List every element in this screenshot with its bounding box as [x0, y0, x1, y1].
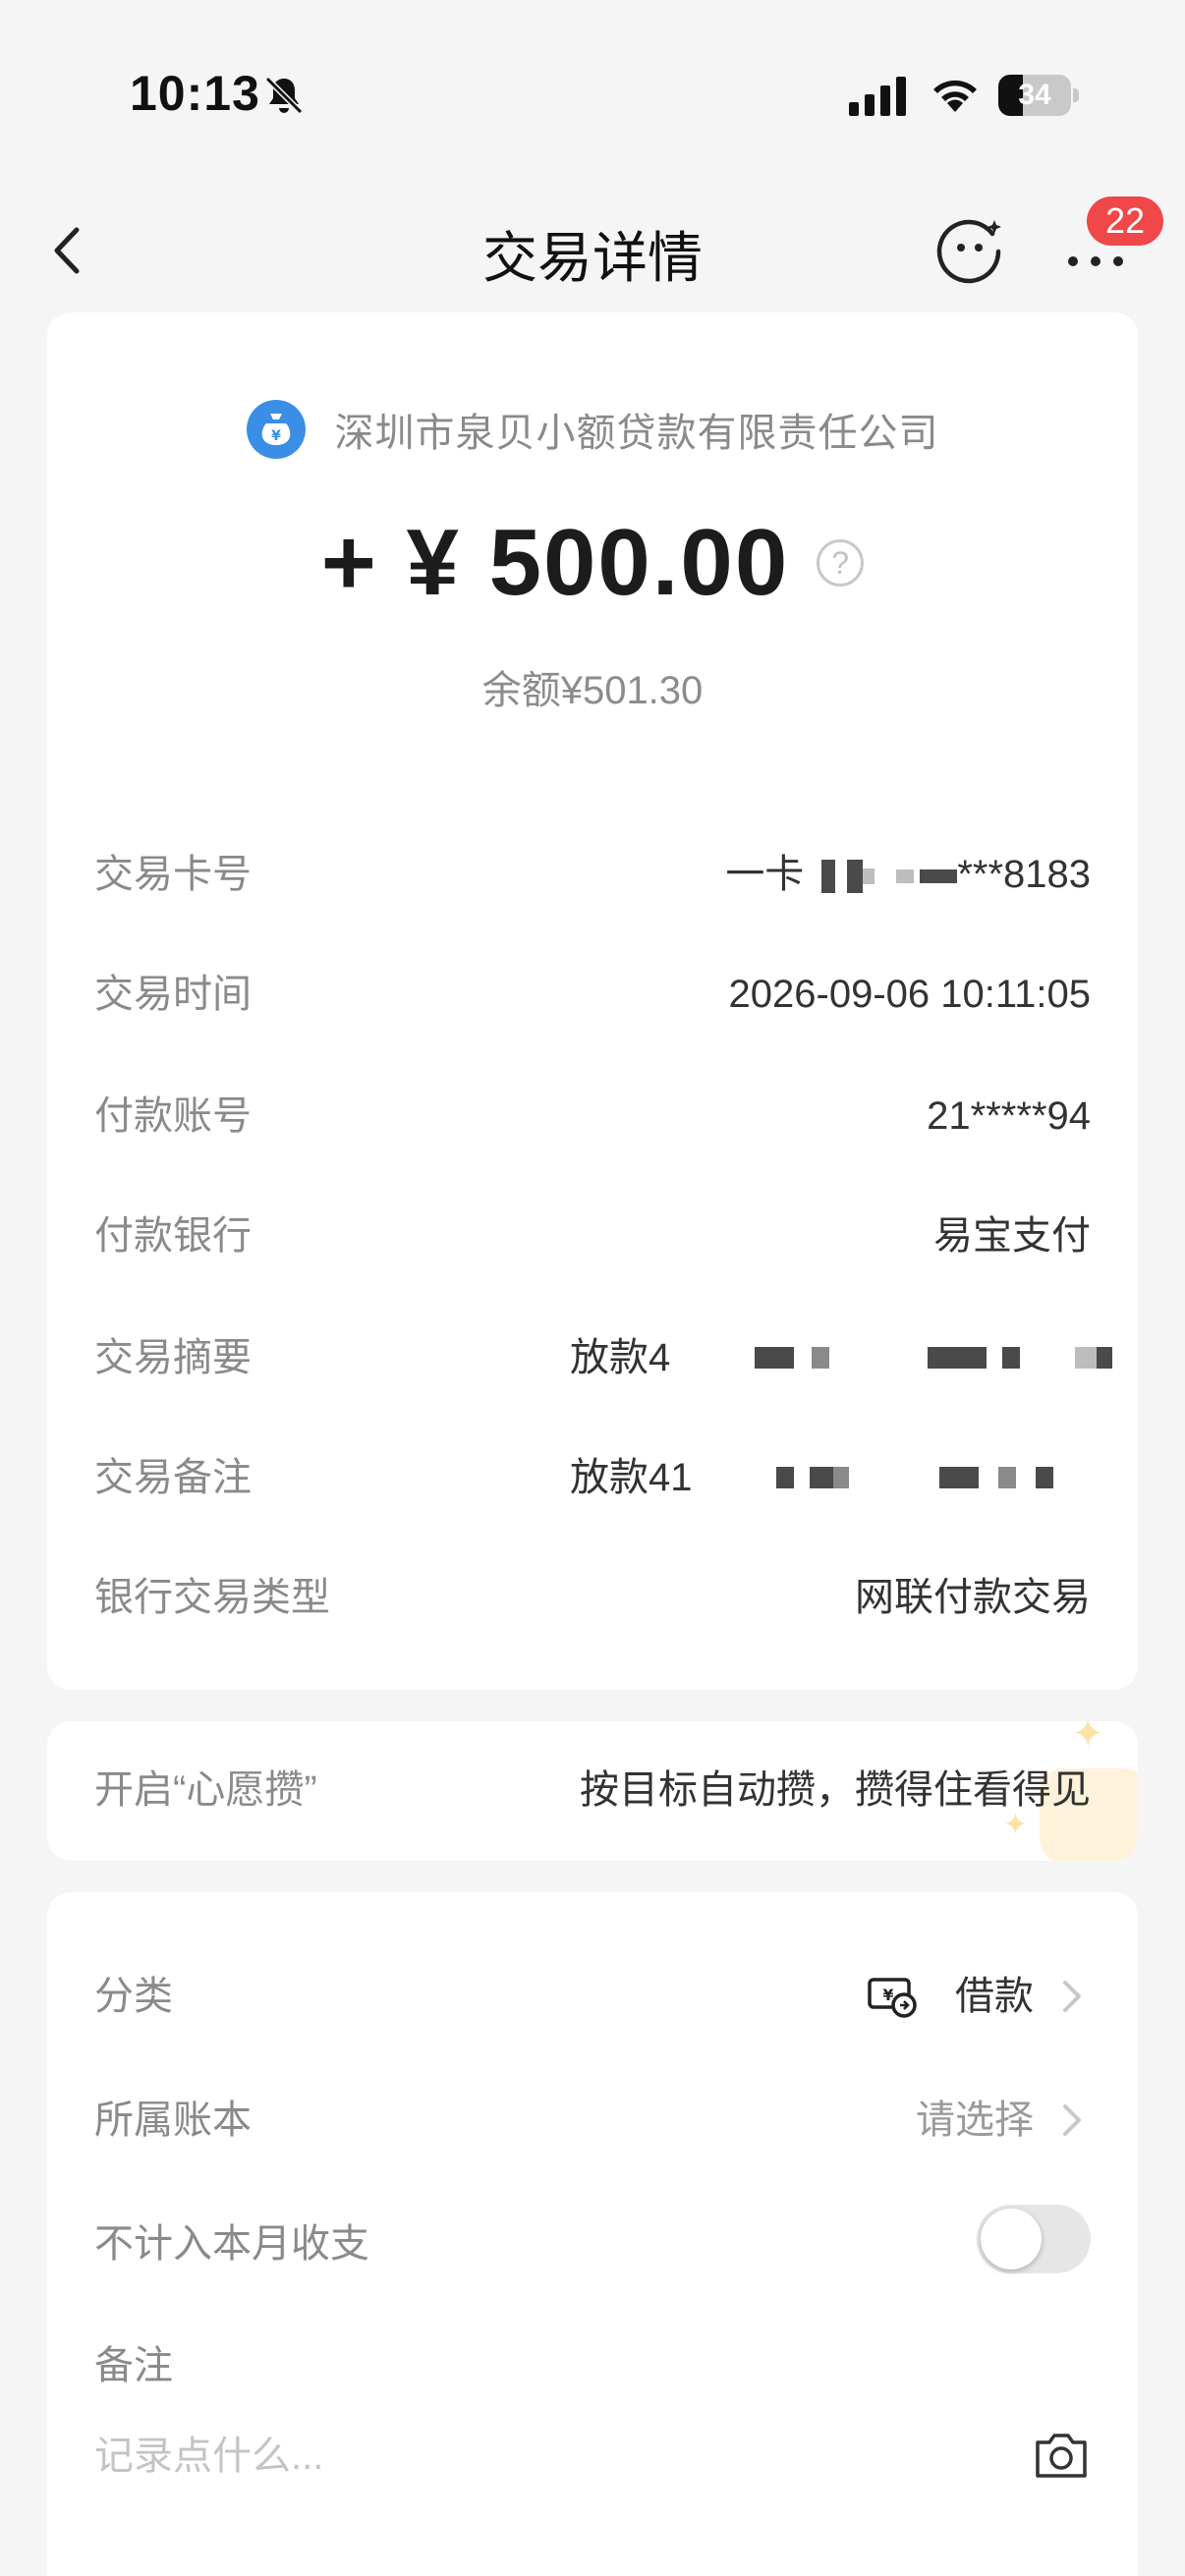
- category-label: 分类: [94, 1975, 173, 2018]
- amount-row: + ¥ 500.00 ?: [47, 509, 1138, 617]
- detail-value: 21*****94: [927, 1094, 1091, 1138]
- notification-badge: 22: [1087, 196, 1163, 246]
- redacted-area: [755, 1328, 1112, 1387]
- page-title: 交易详情: [482, 227, 703, 289]
- memo-label: 备注: [94, 2344, 173, 2387]
- memo-row: 备注: [94, 2336, 1091, 2395]
- exclude-row: 不计入本月收支: [94, 2214, 1091, 2273]
- redacted-block: [920, 869, 958, 884]
- battery-level-text: 34: [1018, 79, 1051, 111]
- detail-row-time: 交易时间 2026-09-06 10:11:05: [94, 965, 1091, 1024]
- detail-label: 交易备注: [94, 1456, 252, 1499]
- detail-value: 网联付款交易: [855, 1576, 1091, 1619]
- detail-row-bank-type: 银行交易类型 网联付款交易: [94, 1568, 1091, 1627]
- memo-input[interactable]: 记录点什么...: [94, 2427, 323, 2486]
- wish-savings-card[interactable]: ✦ ✦ 开启“心愿攒” 按目标自动攒，攒得住看得见: [47, 1721, 1138, 1861]
- chevron-right-icon: [1063, 2104, 1081, 2136]
- redacted-block: [939, 1467, 979, 1488]
- chevron-right-icon: [1063, 1981, 1081, 2012]
- wish-savings-label: 开启“心愿攒”: [94, 1768, 317, 1812]
- redacted-block: [847, 860, 864, 894]
- detail-label: 交易卡号: [94, 853, 252, 896]
- exclude-toggle[interactable]: [977, 2205, 1091, 2273]
- detail-value: 2026-09-06 10:11:05: [728, 973, 1091, 1016]
- balance-text: 余额¥501.30: [481, 669, 704, 712]
- toggle-knob: [981, 2209, 1042, 2269]
- merchant-name: 深圳市泉贝小额贷款有限责任公司: [334, 412, 939, 455]
- detail-row-payer-account: 付款账号 21*****94: [94, 1087, 1091, 1146]
- detail-label: 付款账号: [94, 1094, 252, 1138]
- redacted-block: [755, 1347, 794, 1369]
- help-icon[interactable]: ?: [817, 539, 865, 587]
- redacted-block: [810, 1467, 833, 1488]
- detail-label: 付款银行: [94, 1214, 252, 1258]
- ledger-label: 所属账本: [94, 2099, 252, 2142]
- ledger-placeholder: 请选择: [916, 2099, 1034, 2142]
- detail-label: 交易时间: [94, 973, 252, 1016]
- svg-text:¥: ¥: [271, 428, 281, 444]
- status-bar: 10:13 34: [0, 0, 1185, 147]
- merchant-header: ¥ 深圳市泉贝小额贷款有限责任公司: [47, 399, 1138, 460]
- ledger-row[interactable]: 所属账本 请选择: [94, 2091, 1091, 2150]
- category-row[interactable]: 分类 ¥ 借款: [94, 1967, 1091, 2026]
- detail-label: 银行交易类型: [94, 1576, 330, 1619]
- redacted-block: [1075, 1347, 1097, 1369]
- redacted-block: [928, 1347, 987, 1369]
- sparkle-icon: ✦: [1071, 1721, 1104, 1756]
- detail-row-payer-bank: 付款银行 易宝支付: [94, 1206, 1091, 1265]
- redacted-block: [863, 868, 875, 885]
- transaction-detail-screen: 10:13 34 交易详情 22 ¥ 深圳市泉贝小额贷款有限责任公司 + ¥ 5…: [0, 0, 1185, 2576]
- classification-card: 分类 ¥ 借款 所属账本 请选择 不计入本月收支 备注 记录点什么...: [47, 1892, 1138, 2576]
- card-prefix: 一卡: [725, 853, 805, 896]
- ledger-value[interactable]: 请选择: [916, 2091, 1091, 2150]
- detail-value: 易宝支付: [933, 1214, 1091, 1258]
- detail-row-remark: 交易备注 放款41: [94, 1448, 1091, 1507]
- money-bag-icon: ¥: [246, 400, 306, 459]
- redacted-block: [1002, 1347, 1020, 1369]
- smiley-assistant-icon[interactable]: [933, 214, 1006, 287]
- detail-value: 放款41: [570, 1456, 693, 1499]
- camera-icon[interactable]: [1032, 2429, 1091, 2482]
- status-time: 10:13: [130, 66, 260, 121]
- loan-icon: ¥: [868, 1978, 917, 2018]
- transaction-summary-card: ¥ 深圳市泉贝小额贷款有限责任公司 + ¥ 500.00 ? 余额¥501.30…: [47, 312, 1138, 1690]
- redacted-block: [1097, 1347, 1112, 1369]
- detail-row-card-number: 交易卡号 一卡 ***8183: [94, 845, 1091, 904]
- detail-row-summary: 交易摘要 放款4: [94, 1328, 1112, 1387]
- redacted-block: [896, 869, 915, 884]
- detail-label: 交易摘要: [94, 1336, 252, 1379]
- bell-muted-icon: [264, 76, 304, 115]
- category-value[interactable]: ¥ 借款: [867, 1967, 1091, 2026]
- detail-value: 一卡 ***8183: [725, 845, 1091, 904]
- redacted-block: [833, 1467, 849, 1488]
- category-value-text: 借款: [955, 1975, 1034, 2018]
- transaction-amount: + ¥ 500.00: [320, 510, 790, 615]
- redacted-block: [1036, 1467, 1053, 1488]
- redacted-block: [998, 1467, 1016, 1488]
- exclude-label: 不计入本月收支: [94, 2222, 369, 2266]
- wish-savings-text: 按目标自动攒，攒得住看得见: [580, 1768, 1091, 1812]
- card-suffix: ***8183: [957, 853, 1091, 896]
- redacted-area: [776, 1448, 1053, 1507]
- wifi-icon: [933, 80, 977, 112]
- redacted-block: [776, 1467, 794, 1488]
- detail-value: 放款4: [570, 1336, 671, 1379]
- redacted-block: [821, 860, 836, 894]
- cellular-signal-icon: [849, 77, 906, 116]
- redacted-block: [812, 1347, 829, 1369]
- navigation-bar: 交易详情: [0, 187, 1185, 314]
- battery-indicator: 34: [998, 75, 1079, 116]
